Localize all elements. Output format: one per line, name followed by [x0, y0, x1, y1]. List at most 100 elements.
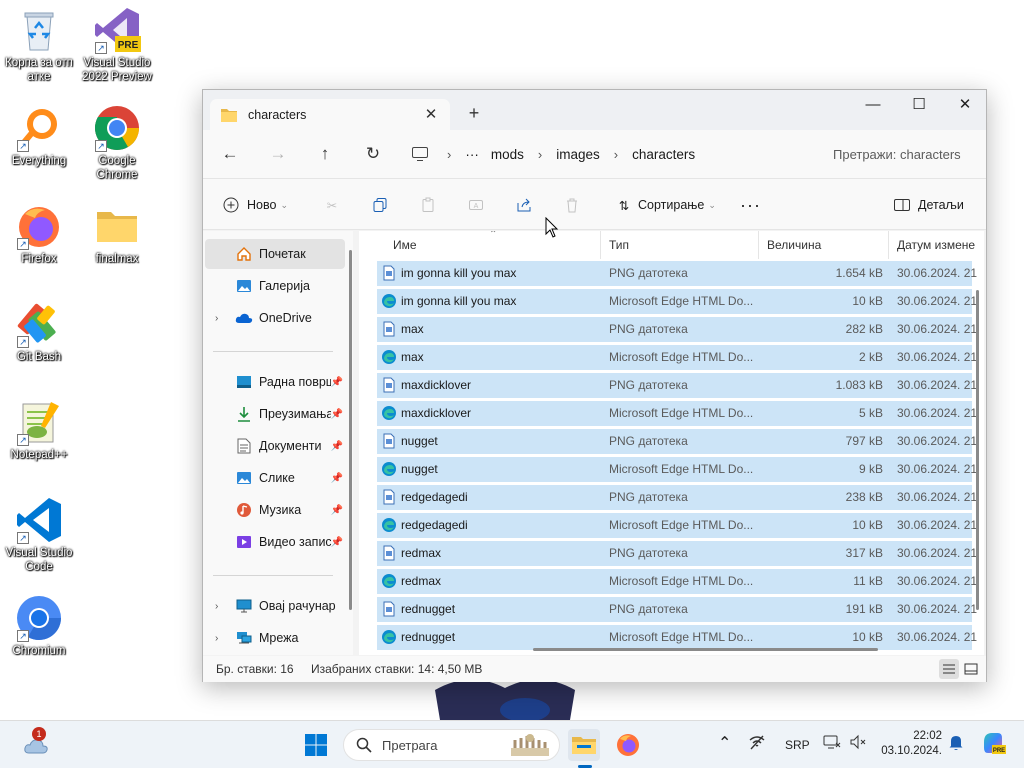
firefox-icon: [617, 734, 639, 756]
volume-muted-icon[interactable]: [849, 733, 867, 754]
new-button[interactable]: Ново ⌄: [221, 193, 288, 217]
shortcut-arrow-icon: ↗: [17, 238, 29, 250]
copy-button[interactable]: [370, 193, 390, 217]
delete-button[interactable]: [562, 193, 582, 217]
paste-button[interactable]: [418, 193, 438, 217]
firefox-taskbar-button[interactable]: [612, 729, 644, 761]
file-row[interactable]: redgedagedi PNG датотека 238 kB 30.06.2024.…: [377, 485, 977, 510]
notifications-bell-icon[interactable]: [948, 733, 964, 754]
chevron-right-icon[interactable]: ›: [215, 633, 218, 644]
desktop-icon-chromium[interactable]: ↗ Chromium: [0, 594, 78, 658]
network-status-icon[interactable]: [748, 733, 766, 754]
file-name: nugget: [401, 462, 438, 476]
close-tab-icon[interactable]: ✕: [422, 106, 440, 124]
sidebar-item-videos[interactable]: Видео записи 📌: [205, 527, 345, 557]
sidebar-item-downloads[interactable]: Преузимања 📌: [205, 399, 345, 429]
sidebar-item-this-pc[interactable]: › Овај рачунар: [205, 591, 345, 621]
desktop-icon-git-bash[interactable]: ↗ Git Bash: [0, 300, 78, 364]
file-list-horizontal-scrollbar[interactable]: [533, 648, 878, 651]
file-row[interactable]: maxdicklover PNG датотека 1.083 kB 30.06.20…: [377, 373, 977, 398]
maximize-button[interactable]: ☐: [896, 90, 942, 120]
new-tab-button[interactable]: +: [465, 104, 483, 122]
copilot-icon[interactable]: PRE: [980, 730, 1006, 759]
column-header-type[interactable]: Тип: [601, 231, 759, 259]
display-settings-icon[interactable]: [823, 733, 841, 754]
file-size: 317 kB: [845, 546, 883, 560]
desktop-icon-firefox[interactable]: ↗ Firefox: [0, 202, 78, 266]
file-row[interactable]: rednugget Microsoft Edge HTML Do... 10 kB 3…: [377, 625, 977, 650]
start-button[interactable]: [300, 729, 332, 761]
desktop-icon-vscode[interactable]: ↗ Visual Studio Code: [0, 496, 78, 574]
breadcrumb-item-images[interactable]: images: [556, 147, 600, 162]
desktop-icon-everything[interactable]: ↗ Everything: [0, 104, 78, 168]
sidebar-scrollbar[interactable]: [349, 250, 352, 610]
file-name: redgedagedi: [401, 490, 468, 504]
refresh-button[interactable]: ↻: [359, 140, 387, 168]
address-bar[interactable]: › ··· mods › images › characters: [411, 138, 805, 170]
file-row[interactable]: rednugget PNG датотека 191 kB 30.06.2024. 2…: [377, 597, 977, 622]
taskbar-search-box[interactable]: Претрага: [343, 729, 560, 761]
everything-search-icon: ↗: [15, 104, 63, 152]
file-list-vertical-scrollbar[interactable]: [976, 290, 979, 610]
file-row[interactable]: redmax Microsoft Edge HTML Do... 11 kB 30.0…: [377, 569, 977, 594]
cut-button[interactable]: ✂: [322, 193, 342, 217]
file-row[interactable]: maxdicklover Microsoft Edge HTML Do... 5 k…: [377, 401, 977, 426]
breadcrumb-item-mods[interactable]: mods: [491, 147, 524, 162]
file-row[interactable]: nugget Microsoft Edge HTML Do... 9 kB 30.06…: [377, 457, 977, 482]
file-row[interactable]: im gonna kill you max Microsoft Edge HTML…: [377, 289, 977, 314]
sort-button[interactable]: ⇅ Сортирање ⌄: [614, 193, 716, 217]
file-row[interactable]: redgedagedi Microsoft Edge HTML Do... 10 k…: [377, 513, 977, 538]
up-button[interactable]: ↑: [311, 140, 339, 168]
breadcrumb-overflow-icon[interactable]: ···: [465, 147, 479, 162]
file-row[interactable]: nugget PNG датотека 797 kB 30.06.2024. 21: [377, 429, 977, 454]
desktop-icon-visual-studio-preview[interactable]: PRE ↗ Visual Studio 2022 Preview: [78, 6, 156, 84]
plus-circle-icon: [221, 195, 241, 215]
tab-characters[interactable]: characters ✕: [210, 99, 450, 131]
search-input[interactable]: Претражи: characters: [821, 138, 981, 170]
system-clock[interactable]: 22:02 03.10.2024.: [868, 729, 942, 759]
sidebar-item-network[interactable]: › Мрежа: [205, 623, 345, 653]
desktop-icon-google-chrome[interactable]: ↗ Google Chrome: [78, 104, 156, 182]
file-row[interactable]: max Microsoft Edge HTML Do... 2 kB 30.06.20…: [377, 345, 977, 370]
file-row[interactable]: max PNG датотека 282 kB 30.06.2024. 21: [377, 317, 977, 342]
forward-button[interactable]: →: [264, 140, 292, 168]
column-header-size[interactable]: Величина: [759, 231, 889, 259]
rename-button[interactable]: A: [466, 193, 486, 217]
desktop-icon-finalmax[interactable]: finalmax: [78, 202, 156, 266]
desktop-icon-recycle-bin[interactable]: Корпа за отп атке: [0, 6, 78, 84]
sidebar-item-gallery[interactable]: Галерија: [205, 271, 345, 301]
column-header-date[interactable]: Датум измене: [889, 231, 984, 259]
breadcrumb-item-characters[interactable]: characters: [632, 147, 695, 162]
back-button[interactable]: ←: [216, 140, 244, 168]
minimize-button[interactable]: —: [850, 90, 896, 120]
close-window-button[interactable]: ✕: [942, 90, 988, 120]
edge-html-file-icon: [382, 350, 396, 364]
file-date: 30.06.2024. 21: [897, 546, 978, 560]
clipboard-icon: [418, 195, 438, 215]
file-explorer-taskbar-button[interactable]: [568, 729, 600, 761]
sidebar-item-desktop[interactable]: Радна површ 📌: [205, 367, 345, 397]
chevron-right-icon[interactable]: ›: [215, 313, 218, 324]
sidebar-item-home[interactable]: Почетак: [205, 239, 345, 269]
details-pane-button[interactable]: Детаљи: [892, 193, 964, 217]
details-view-button[interactable]: [939, 659, 959, 679]
sidebar-item-onedrive[interactable]: › OneDrive: [205, 303, 345, 333]
sidebar-item-pictures[interactable]: Слике 📌: [205, 463, 345, 493]
desktop-icon-notepadpp[interactable]: ↗ Notepad++: [0, 398, 78, 462]
chevron-right-icon[interactable]: ›: [215, 601, 218, 612]
sidebar-item-label: Почетак: [259, 247, 306, 261]
file-row[interactable]: im gonna kill you max PNG датотека 1.654 k…: [377, 261, 977, 286]
share-button[interactable]: [514, 193, 534, 217]
more-options-button[interactable]: ···: [740, 193, 761, 217]
file-row[interactable]: redmax PNG датотека 317 kB 30.06.2024. 21: [377, 541, 977, 566]
language-indicator[interactable]: SRP: [785, 738, 810, 752]
sidebar-item-documents[interactable]: Документи 📌: [205, 431, 345, 461]
navigation-bar: ← → ↑ ↻ › ··· mods › images › characters…: [203, 130, 986, 178]
tiles-view-button[interactable]: [961, 659, 981, 679]
file-date: 30.06.2024. 21: [897, 350, 978, 364]
sidebar-item-music[interactable]: Музика 📌: [205, 495, 345, 525]
show-hidden-icons-button[interactable]: ⌃: [718, 733, 731, 753]
file-type: Microsoft Edge HTML Do...: [609, 518, 754, 532]
download-icon: [235, 405, 253, 423]
file-size: 191 kB: [845, 602, 883, 616]
